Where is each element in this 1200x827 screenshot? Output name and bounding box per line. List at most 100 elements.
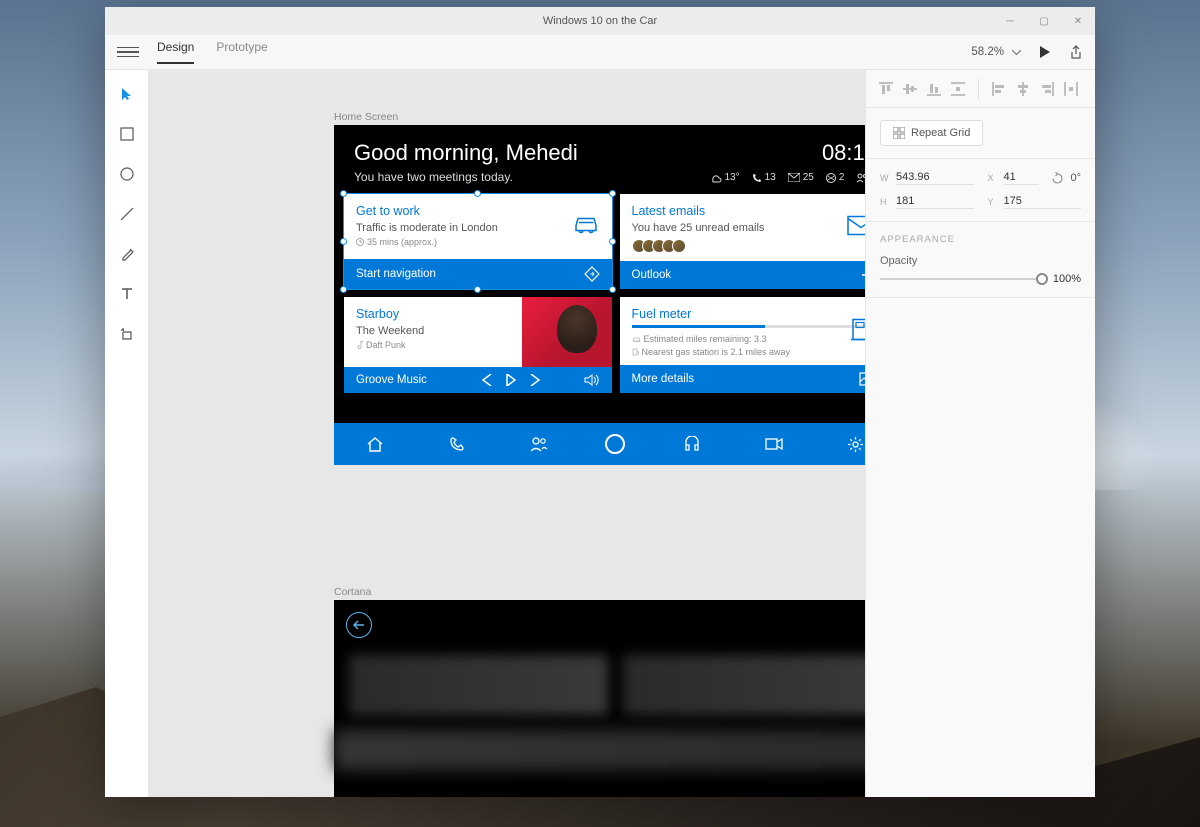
previous-icon[interactable] [482, 374, 492, 386]
tile-subtitle: You have 25 unread emails [632, 222, 866, 234]
artboard-home[interactable]: Good morning, Mehedi You have two meetin… [334, 125, 865, 465]
people-status: 3 [856, 172, 865, 183]
tab-design[interactable]: Design [157, 40, 194, 64]
align-top[interactable] [876, 79, 896, 99]
ellipse-tool[interactable] [117, 164, 137, 184]
pen-tool[interactable] [117, 244, 137, 264]
align-vcenter[interactable] [900, 79, 920, 99]
nav-music[interactable] [676, 428, 708, 460]
tile-footer[interactable]: Start navigation [344, 259, 612, 289]
nav-phone[interactable] [441, 428, 473, 460]
music-note-icon [356, 341, 363, 349]
tile-footer[interactable]: Outlook [620, 261, 866, 289]
fuel-pump-icon [851, 316, 865, 347]
nav-bar [334, 423, 865, 465]
tile-title: Get to work [356, 204, 600, 218]
opacity-label: Opacity [880, 255, 917, 267]
tile-meta: 35 mins (approx.) [367, 237, 437, 247]
artboard-tool[interactable] [117, 324, 137, 344]
directions-icon [584, 266, 600, 282]
tile-meta: Daft Punk [366, 340, 406, 350]
tile-footer[interactable]: Groove Music [344, 367, 612, 393]
mail-icon [847, 215, 865, 240]
play-icon[interactable] [506, 374, 516, 386]
car-icon [572, 213, 600, 240]
artboard-label-home[interactable]: Home Screen [334, 111, 398, 123]
tile-latest-emails[interactable]: Latest emails You have 25 unread emails … [620, 194, 866, 289]
xbox-status: 2 [826, 172, 845, 183]
titlebar: Windows 10 on the Car ─ ▢ ✕ [105, 7, 1095, 35]
tile-music[interactable]: Starboy The Weekend Daft Punk Groove Mus… [344, 297, 612, 393]
tile-title: Latest emails [632, 204, 866, 218]
calls-status: 13 [752, 172, 776, 183]
nav-settings[interactable] [840, 428, 865, 460]
line-tool[interactable] [117, 204, 137, 224]
back-button[interactable] [346, 612, 372, 638]
tile-subtitle: Traffic is moderate in London [356, 222, 600, 234]
tile-title: Fuel meter [632, 307, 866, 321]
weather-status: 13° [710, 172, 740, 183]
greeting-text: Good morning, Mehedi [354, 140, 578, 166]
select-tool[interactable] [117, 84, 137, 104]
appearance-label: APPEARANCE [880, 234, 1081, 245]
next-icon[interactable] [530, 374, 540, 386]
mail-status: 25 [788, 172, 814, 183]
fuel-progress-bar [632, 325, 766, 328]
car-small-icon [632, 336, 641, 343]
avatar-stack [632, 239, 866, 253]
picture-icon [859, 372, 865, 386]
canvas[interactable]: Home Screen Good morning, Mehedi You hav… [149, 70, 865, 797]
opacity-value[interactable]: 100% [1053, 273, 1081, 285]
align-left[interactable] [989, 79, 1009, 99]
slider-thumb[interactable] [1036, 273, 1048, 285]
fuel-line2: Nearest gas station is 2.1 miles away [642, 347, 791, 357]
clock-icon [356, 238, 364, 246]
subgreeting-text: You have two meetings today. [354, 170, 578, 184]
volume-icon[interactable] [584, 374, 600, 386]
plus-icon [861, 268, 865, 282]
share-button[interactable] [1069, 45, 1083, 59]
window-maximize[interactable]: ▢ [1027, 7, 1061, 35]
window-title: Windows 10 on the Car [543, 15, 657, 27]
zoom-value: 58.2% [971, 46, 1004, 58]
tile-fuel-meter[interactable]: Fuel meter Estimated miles remaining: 3.… [620, 297, 866, 393]
play-button[interactable] [1039, 46, 1051, 58]
hamburger-icon[interactable] [117, 41, 139, 63]
clock: 08:12 [822, 140, 865, 166]
height-field[interactable]: 181 [896, 195, 974, 209]
rectangle-tool[interactable] [117, 124, 137, 144]
distribute-v[interactable] [948, 79, 968, 99]
menubar: Design Prototype 58.2% [105, 35, 1095, 70]
window-close[interactable]: ✕ [1061, 7, 1095, 35]
rotation-icon[interactable] [1051, 172, 1064, 185]
album-art [522, 297, 612, 367]
width-field[interactable]: 543.96 [896, 171, 974, 185]
nav-home[interactable] [359, 428, 391, 460]
tool-sidebar [105, 70, 149, 797]
nav-people[interactable] [523, 428, 555, 460]
window-minimize[interactable]: ─ [993, 7, 1027, 35]
fuel-line1: Estimated miles remaining: 3.3 [644, 334, 767, 344]
align-bottom[interactable] [924, 79, 944, 99]
text-tool[interactable] [117, 284, 137, 304]
tile-footer[interactable]: More details [620, 365, 866, 393]
chevron-down-icon [1012, 50, 1021, 55]
pump-small-icon [632, 348, 639, 356]
nav-video[interactable] [758, 428, 790, 460]
rotation-field[interactable]: 0° [1070, 172, 1081, 184]
tab-prototype[interactable]: Prototype [216, 40, 267, 64]
tile-get-to-work[interactable]: Get to work Traffic is moderate in Londo… [344, 194, 612, 289]
align-right[interactable] [1037, 79, 1057, 99]
app-window: Windows 10 on the Car ─ ▢ ✕ Design Proto… [105, 7, 1095, 797]
y-field[interactable]: 175 [1004, 195, 1082, 209]
artboard-cortana[interactable] [334, 600, 865, 797]
artboard-label-cortana[interactable]: Cortana [334, 586, 371, 598]
opacity-slider[interactable] [880, 278, 1043, 280]
x-field[interactable]: 41 [1004, 171, 1040, 185]
zoom-dropdown[interactable]: 58.2% [971, 46, 1021, 58]
distribute-h[interactable] [1061, 79, 1081, 99]
align-hcenter[interactable] [1013, 79, 1033, 99]
repeat-grid-button[interactable]: Repeat Grid [880, 120, 983, 146]
grid-icon [893, 127, 905, 139]
nav-cortana[interactable] [605, 434, 625, 454]
